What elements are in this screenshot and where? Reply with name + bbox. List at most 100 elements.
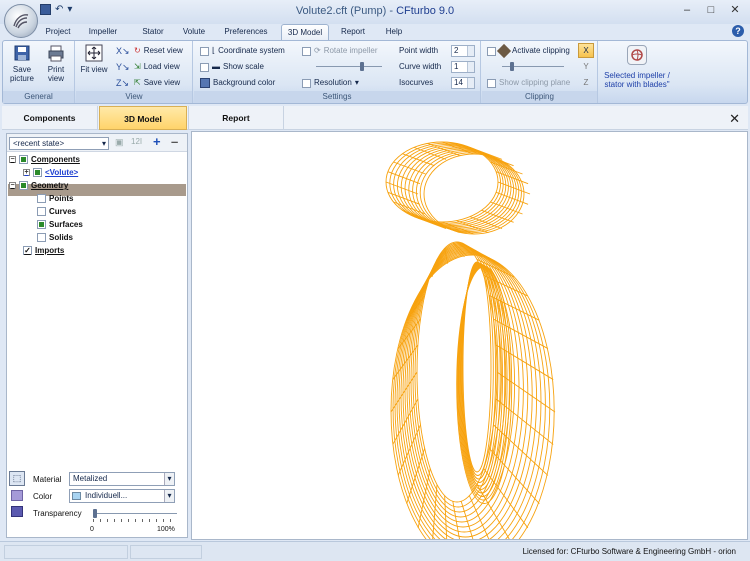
tab-help[interactable]: Help bbox=[380, 24, 408, 40]
material-select[interactable]: Metalized bbox=[69, 472, 175, 486]
show-clipping-plane-toggle[interactable]: Show clipping plane bbox=[487, 76, 570, 90]
x-axis-icon: X↘ bbox=[116, 46, 130, 56]
help-icon[interactable]: ? bbox=[732, 25, 744, 37]
selected-impeller-button[interactable]: Selected impeller / stator with blades" bbox=[601, 42, 673, 102]
color-value: Individuell... bbox=[85, 491, 128, 500]
save-picture-button[interactable]: Save picture bbox=[7, 44, 37, 83]
reset-view-label: Reset view bbox=[143, 46, 183, 55]
resolution-dropdown[interactable]: Resolution ▾ bbox=[302, 76, 359, 90]
curve-width-spinner[interactable]: 1 bbox=[451, 61, 475, 73]
point-width-spinner[interactable]: 2 bbox=[451, 45, 475, 57]
y-axis-view-button[interactable]: Y↘ bbox=[116, 60, 130, 74]
close-window-button[interactable]: ✕ bbox=[724, 2, 746, 18]
expand-icon[interactable]: + bbox=[23, 169, 30, 176]
clip-y-button[interactable]: Y bbox=[578, 60, 594, 75]
color-icon[interactable] bbox=[11, 490, 23, 501]
tab-3d-model[interactable]: 3D Model bbox=[281, 24, 329, 40]
customize-qat-icon[interactable]: ▾ bbox=[67, 4, 72, 15]
close-panel-icon[interactable]: ✕ bbox=[729, 111, 740, 127]
3d-viewport[interactable] bbox=[191, 131, 748, 561]
material-icon[interactable]: ⬚ bbox=[9, 471, 25, 486]
activate-clipping-toggle[interactable]: Activate clipping bbox=[487, 43, 570, 59]
reset-view-button[interactable]: ↻ Reset view bbox=[134, 44, 183, 58]
tree-node-surfaces[interactable]: Surfaces bbox=[37, 218, 83, 231]
save-state-icon[interactable]: ▣ bbox=[115, 137, 124, 148]
show-scale-toggle[interactable]: ▬ Show scale bbox=[200, 60, 264, 74]
tree-node-curves[interactable]: Curves bbox=[37, 205, 76, 218]
curve-width-label: Curve width bbox=[399, 62, 442, 71]
tab-stator[interactable]: Stator bbox=[134, 24, 172, 40]
undo-icon[interactable]: ↶ bbox=[55, 4, 63, 15]
tree-node-volute[interactable]: + <Volute> bbox=[23, 166, 78, 179]
minimize-button[interactable]: – bbox=[676, 2, 698, 18]
coordinate-system-checkbox[interactable] bbox=[200, 46, 209, 56]
transparency-icon[interactable] bbox=[11, 506, 23, 517]
components-panel-tab[interactable]: Components bbox=[2, 106, 98, 130]
remove-state-icon[interactable]: – bbox=[171, 134, 178, 149]
load-view-label: Load view bbox=[143, 62, 180, 71]
background-color-button[interactable]: Background color bbox=[200, 76, 275, 90]
add-state-icon[interactable]: + bbox=[153, 134, 161, 149]
resolution-checkbox[interactable] bbox=[302, 78, 311, 88]
report-panel-tab[interactable]: Report bbox=[188, 106, 284, 130]
selected-impeller-line2: stator with blades" bbox=[604, 80, 670, 89]
show-clipping-plane-checkbox[interactable] bbox=[487, 78, 496, 88]
clipping-thumb[interactable] bbox=[510, 62, 514, 71]
recent-state-select[interactable]: <recent state> bbox=[9, 137, 109, 150]
collapse-icon[interactable]: − bbox=[9, 156, 16, 163]
z-axis-view-button[interactable]: Z↘ bbox=[116, 76, 129, 90]
curves-checkbox[interactable] bbox=[37, 207, 46, 216]
tree-node-geometry[interactable]: − Geometry bbox=[9, 179, 68, 192]
components-checkbox[interactable] bbox=[19, 155, 28, 164]
tab-impeller[interactable]: Impeller bbox=[83, 24, 123, 40]
geometry-checkbox[interactable] bbox=[19, 181, 28, 190]
tab-project[interactable]: Project bbox=[40, 24, 76, 40]
save-icon[interactable] bbox=[40, 4, 51, 15]
save-picture-label: Save picture bbox=[9, 65, 34, 83]
surfaces-checkbox[interactable] bbox=[37, 220, 46, 229]
rotate-speed-slider[interactable] bbox=[316, 62, 382, 71]
color-select[interactable]: Individuell... bbox=[69, 489, 175, 503]
transparency-slider[interactable] bbox=[93, 509, 177, 518]
clipping-slider[interactable] bbox=[502, 62, 564, 71]
tree-node-points[interactable]: Points bbox=[37, 192, 73, 205]
clip-x-button[interactable]: X bbox=[578, 43, 594, 58]
imports-checkbox[interactable]: ✓ bbox=[23, 246, 32, 255]
show-clipping-plane-label: Show clipping plane bbox=[499, 78, 571, 87]
x-axis-view-button[interactable]: X↘ bbox=[116, 44, 130, 58]
tree-node-solids[interactable]: Solids bbox=[37, 231, 73, 244]
tab-volute[interactable]: Volute bbox=[176, 24, 212, 40]
tab-report[interactable]: Report bbox=[335, 24, 371, 40]
tree-node-imports[interactable]: ✓ Imports bbox=[23, 244, 64, 257]
app-menu-button[interactable] bbox=[4, 4, 38, 38]
isocurves-spinner[interactable]: 14 bbox=[451, 77, 475, 89]
rotate-speed-thumb[interactable] bbox=[360, 62, 364, 71]
activate-clipping-checkbox[interactable] bbox=[487, 46, 496, 56]
save-view-button[interactable]: ⇱ Save view bbox=[134, 76, 180, 90]
coordinate-system-label: Coordinate system bbox=[218, 46, 285, 55]
tree-label-solids: Solids bbox=[49, 233, 74, 242]
rotate-impeller-toggle[interactable]: ⟳ Rotate impeller bbox=[302, 44, 378, 58]
tab-preferences[interactable]: Preferences bbox=[218, 24, 274, 40]
show-scale-checkbox[interactable] bbox=[200, 62, 209, 72]
coordinate-system-toggle[interactable]: ⌊ Coordinate system bbox=[200, 44, 285, 58]
clip-z-button[interactable]: Z bbox=[578, 76, 594, 91]
solids-checkbox[interactable] bbox=[37, 233, 46, 242]
transparency-thumb[interactable] bbox=[93, 509, 97, 518]
load-view-button[interactable]: ⇲ Load view bbox=[134, 60, 180, 74]
printer-icon bbox=[47, 44, 65, 62]
app-logo-icon bbox=[13, 14, 29, 29]
fit-view-button[interactable]: Fit view bbox=[78, 44, 110, 74]
3d-model-panel-tab[interactable]: 3D Model bbox=[99, 106, 187, 130]
print-view-button[interactable]: Print view bbox=[41, 44, 71, 83]
volute-checkbox[interactable] bbox=[33, 168, 42, 177]
ribbon: Save picture Print view General Fit view… bbox=[2, 40, 748, 104]
tree-node-components[interactable]: − Components bbox=[9, 153, 80, 166]
group-clipping: Activate clipping Show clipping plane X … bbox=[482, 41, 598, 103]
rotate-impeller-checkbox[interactable] bbox=[302, 46, 311, 56]
maximize-button[interactable]: □ bbox=[700, 2, 722, 18]
points-checkbox[interactable] bbox=[37, 194, 46, 203]
collapse-icon[interactable]: − bbox=[9, 182, 16, 189]
rename-state-icon[interactable]: 12I bbox=[131, 137, 142, 146]
scale-icon: ▬ bbox=[212, 62, 220, 71]
